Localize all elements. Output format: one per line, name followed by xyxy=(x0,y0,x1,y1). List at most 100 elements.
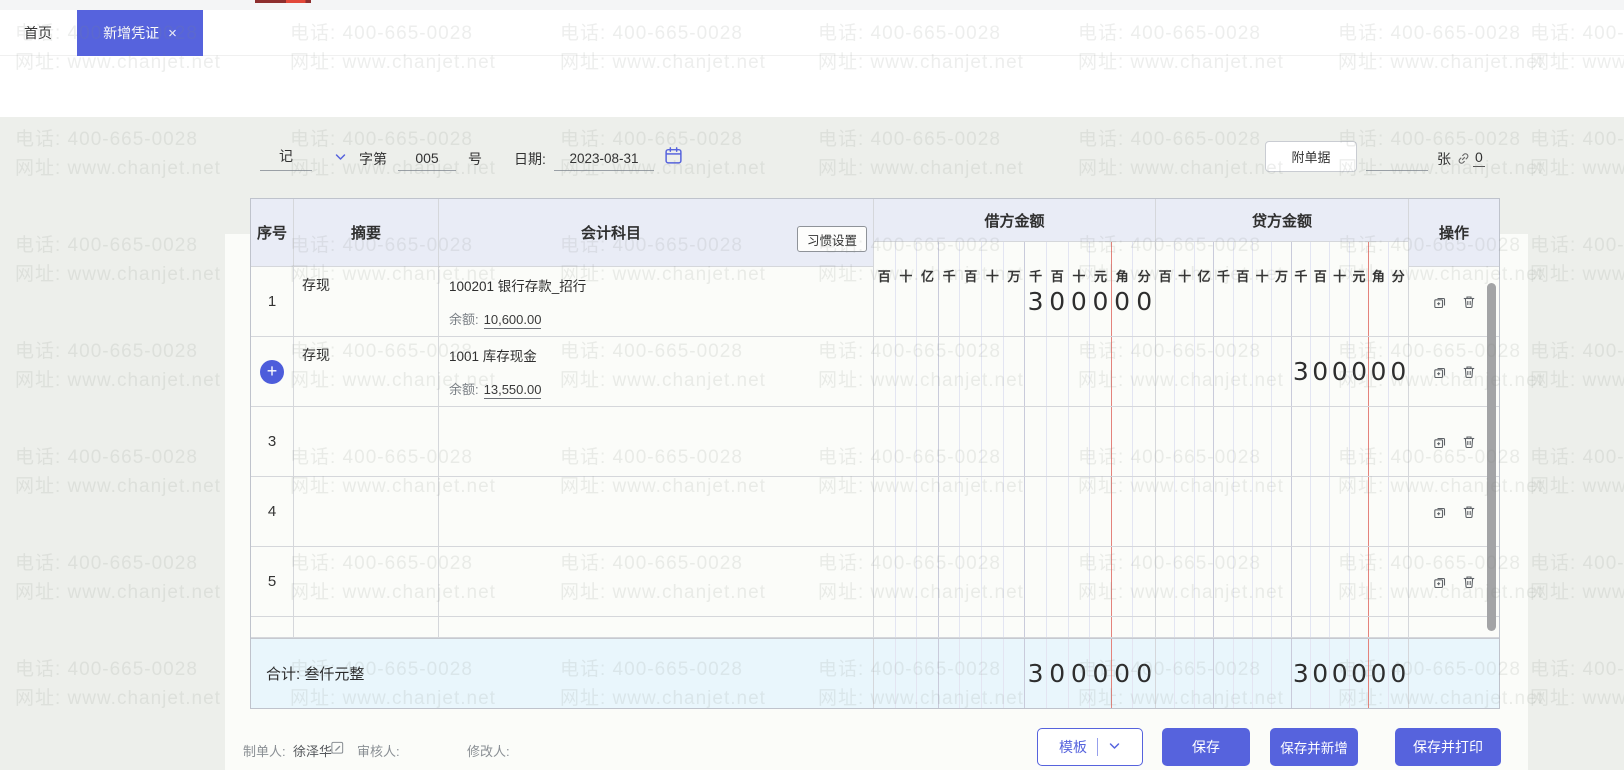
digit-cell[interactable] xyxy=(1069,547,1091,616)
digit-cell[interactable] xyxy=(982,639,1004,708)
digit-cell[interactable] xyxy=(1214,267,1234,336)
digit-cell[interactable] xyxy=(1047,407,1069,476)
digit-cell[interactable] xyxy=(874,547,896,616)
digit-cell[interactable] xyxy=(1112,337,1134,406)
digit-cell[interactable] xyxy=(1350,477,1370,546)
digit-cell[interactable] xyxy=(982,337,1004,406)
digit-cell[interactable]: 0 xyxy=(1047,267,1069,336)
digit-cell[interactable] xyxy=(960,617,983,637)
account-cell[interactable] xyxy=(439,407,874,477)
digit-cell[interactable] xyxy=(1195,477,1215,546)
digit-cell[interactable] xyxy=(1090,337,1112,406)
digit-cell[interactable]: 0 xyxy=(1330,337,1350,406)
digit-cell[interactable]: 0 xyxy=(1369,639,1389,708)
digit-cell[interactable] xyxy=(1272,547,1292,616)
digit-cell[interactable] xyxy=(1025,407,1047,476)
digit-cell[interactable] xyxy=(1253,617,1273,637)
credit-amount-cell[interactable] xyxy=(1156,407,1409,477)
digit-cell[interactable] xyxy=(1311,477,1331,546)
digit-cell[interactable] xyxy=(939,617,961,637)
link-icon[interactable] xyxy=(1456,151,1471,171)
digit-cell[interactable] xyxy=(1389,267,1408,336)
digit-cell[interactable] xyxy=(1234,617,1253,637)
debit-amount-cell[interactable] xyxy=(874,337,1156,407)
digit-cell[interactable]: 0 xyxy=(1311,337,1331,406)
digit-cell[interactable] xyxy=(1330,617,1350,637)
digit-cell[interactable] xyxy=(1112,407,1134,476)
digit-cell[interactable] xyxy=(1234,477,1253,546)
tab-new-voucher[interactable]: 新增凭证 × xyxy=(77,10,203,56)
calendar-icon[interactable] xyxy=(664,146,683,170)
digit-cell[interactable] xyxy=(939,477,961,546)
digit-cell[interactable] xyxy=(896,477,918,546)
balance-link[interactable]: 13,550.00 xyxy=(483,382,542,399)
voucher-word-select[interactable]: 记 xyxy=(260,143,312,171)
digit-cell[interactable] xyxy=(1004,639,1026,708)
digit-cell[interactable] xyxy=(1175,267,1195,336)
digit-cell[interactable] xyxy=(1330,407,1350,476)
digit-cell[interactable] xyxy=(939,337,961,406)
digit-cell[interactable] xyxy=(1350,547,1370,616)
digit-cell[interactable]: 0 xyxy=(1069,639,1091,708)
copy-row-icon[interactable] xyxy=(1432,364,1448,380)
digit-cell[interactable] xyxy=(1112,617,1134,637)
digit-cell[interactable]: 0 xyxy=(1330,639,1350,708)
digit-cell[interactable] xyxy=(1025,337,1047,406)
digit-cell[interactable] xyxy=(1311,267,1331,336)
digit-cell[interactable] xyxy=(1311,407,1331,476)
digit-cell[interactable] xyxy=(1156,617,1176,637)
digit-cell[interactable] xyxy=(1253,267,1273,336)
chevron-down-icon[interactable] xyxy=(334,150,347,168)
digit-cell[interactable] xyxy=(1090,477,1112,546)
digit-cell[interactable] xyxy=(1069,407,1091,476)
tab-close-icon[interactable]: × xyxy=(168,25,177,42)
digit-cell[interactable] xyxy=(1253,639,1273,708)
digit-cell[interactable] xyxy=(1195,639,1215,708)
digit-cell[interactable] xyxy=(1292,267,1312,336)
digit-cell[interactable] xyxy=(874,407,896,476)
digit-cell[interactable] xyxy=(1389,617,1408,637)
digit-cell[interactable] xyxy=(1133,547,1155,616)
digit-cell[interactable] xyxy=(982,267,1004,336)
digit-cell[interactable] xyxy=(896,337,918,406)
digit-cell[interactable] xyxy=(1272,337,1292,406)
digit-cell[interactable] xyxy=(1133,337,1155,406)
digit-cell[interactable] xyxy=(1389,407,1408,476)
digit-cell[interactable] xyxy=(1234,267,1253,336)
digit-cell[interactable] xyxy=(982,547,1004,616)
digit-cell[interactable]: 0 xyxy=(1090,639,1112,708)
copy-row-icon[interactable] xyxy=(1432,294,1448,310)
credit-amount-cell[interactable] xyxy=(1156,477,1409,547)
digit-cell[interactable] xyxy=(1272,639,1292,708)
digit-cell[interactable] xyxy=(1214,617,1234,637)
digit-cell[interactable] xyxy=(1069,337,1091,406)
digit-cell[interactable] xyxy=(1214,547,1234,616)
digit-cell[interactable] xyxy=(1292,617,1312,637)
digit-cell[interactable] xyxy=(1025,477,1047,546)
digit-cell[interactable] xyxy=(1175,477,1195,546)
digit-cell[interactable] xyxy=(1175,547,1195,616)
digit-cell[interactable] xyxy=(960,639,983,708)
credit-amount-cell[interactable] xyxy=(1156,267,1409,337)
digit-cell[interactable] xyxy=(1175,639,1195,708)
digit-cell[interactable] xyxy=(1330,477,1350,546)
digit-cell[interactable] xyxy=(1156,477,1176,546)
digit-cell[interactable] xyxy=(917,407,939,476)
digit-cell[interactable] xyxy=(1047,337,1069,406)
digit-cell[interactable] xyxy=(1350,407,1370,476)
digit-cell[interactable] xyxy=(1175,337,1195,406)
digit-cell[interactable]: 3 xyxy=(1025,267,1047,336)
digit-cell[interactable]: 3 xyxy=(1025,639,1047,708)
save-and-print-button[interactable]: 保存并打印 xyxy=(1395,728,1501,766)
delete-row-icon[interactable] xyxy=(1461,434,1477,450)
digit-cell[interactable] xyxy=(1253,477,1273,546)
digit-cell[interactable] xyxy=(1195,267,1215,336)
digit-cell[interactable] xyxy=(1311,547,1331,616)
digit-cell[interactable] xyxy=(1047,617,1069,637)
digit-cell[interactable] xyxy=(874,639,896,708)
account-cell[interactable]: 1001 库存现金 余额: 13,550.00 xyxy=(439,337,874,407)
digit-cell[interactable]: 3 xyxy=(1292,337,1312,406)
digit-cell[interactable] xyxy=(1350,617,1370,637)
voucher-number-input[interactable]: 005 xyxy=(398,143,456,171)
digit-cell[interactable] xyxy=(896,617,918,637)
